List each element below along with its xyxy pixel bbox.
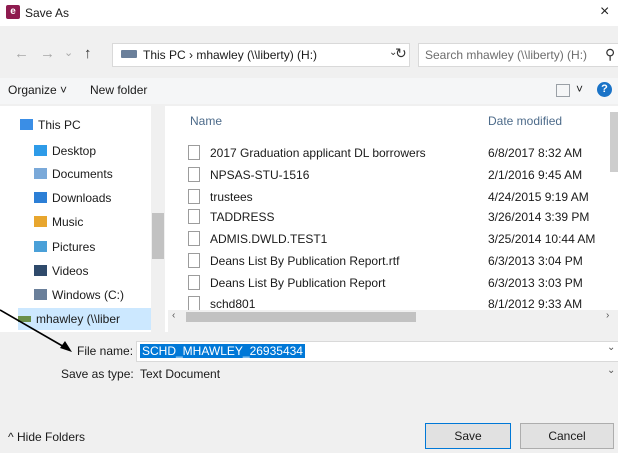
save-as-dialog: e Save As × ← → ⌄ ↑ This PC › mhawley (\… (0, 0, 618, 453)
annotation-arrow-icon (0, 309, 72, 352)
